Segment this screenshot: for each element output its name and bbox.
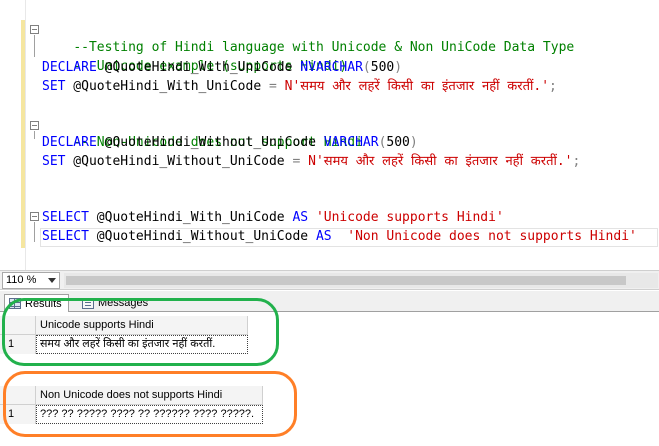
- code-line-7: DECLARE @QuoteHindi_Without_UniCode VARC…: [42, 134, 418, 152]
- sql-paren: (: [362, 60, 371, 75]
- sql-variable: @QuoteHindi_With_UniCode: [96, 60, 301, 75]
- sql-keyword: AS: [292, 210, 309, 225]
- code-line-6: -- Non-Unicode does not support Hindi: [42, 116, 363, 150]
- sql-string: 'Non Unicode does not supports Hindi': [331, 229, 637, 244]
- outline-line: [34, 222, 35, 242]
- sql-keyword: SELECT: [42, 210, 89, 225]
- sql-type: NVARCHAR: [300, 60, 363, 75]
- code-line-4: SET @QuoteHindi_With_UniCode = N'समय और …: [42, 78, 557, 96]
- sql-semicolon: ;: [549, 79, 557, 94]
- sql-keyword: AS: [315, 229, 332, 244]
- sql-operator: =: [268, 79, 277, 94]
- sql-number: 500: [370, 60, 395, 75]
- change-tracking-bar: [21, 20, 25, 248]
- sql-keyword: DECLARE: [42, 135, 97, 150]
- zoom-value: 110 %: [6, 274, 37, 286]
- sql-string: 'Unicode supports Hindi': [308, 210, 504, 225]
- sql-variable: @QuoteHindi_Without_UniCode: [88, 229, 316, 244]
- query-editor[interactable]: --Testing of Hindi language with Unicode…: [0, 0, 659, 270]
- sql-string: N'समय और लहरें किसी का इंतजार नहीं करतीं…: [276, 79, 550, 94]
- chevron-down-icon: [48, 278, 56, 283]
- sql-keyword: SET: [42, 154, 66, 169]
- sql-variable: @QuoteHindi_Without_UniCode: [65, 154, 293, 169]
- sql-type: VARCHAR: [323, 135, 379, 150]
- outline-line: [34, 35, 35, 57]
- sql-variable: @QuoteHindi_With_UniCode: [88, 210, 293, 225]
- sql-keyword: SELECT: [42, 229, 89, 244]
- sql-keyword: DECLARE: [42, 60, 97, 75]
- sql-semicolon: ;: [572, 154, 581, 169]
- editor-status-strip: 110 %: [0, 270, 659, 290]
- sql-number: 500: [386, 135, 410, 150]
- code-line-1: --Testing of Hindi language with Unicode…: [42, 21, 574, 55]
- collapse-icon[interactable]: [30, 212, 39, 221]
- horizontal-scrollbar[interactable]: [64, 273, 658, 288]
- green-highlight-annotation: [2, 298, 279, 366]
- code-line-2: -- Unicode example (supports Hindi): [42, 40, 347, 74]
- sql-paren: ): [394, 60, 403, 75]
- zoom-dropdown[interactable]: 110 %: [2, 272, 60, 289]
- code-line-8: SET @QuoteHindi_Without_UniCode = N'समय …: [42, 153, 580, 171]
- code-line-12: SELECT @QuoteHindi_Without_UniCode AS 'N…: [42, 228, 637, 246]
- code-line-11: SELECT @QuoteHindi_With_UniCode AS 'Unic…: [42, 209, 504, 227]
- scrollbar-thumb[interactable]: [66, 276, 626, 285]
- sql-variable: @QuoteHindi_Without_UniCode: [96, 135, 324, 150]
- sql-variable: @QuoteHindi_With_UniCode: [65, 79, 269, 94]
- sql-string: N'समय और लहरें किसी का इंतजार नहीं करतीं…: [300, 154, 573, 169]
- outline-line: [34, 131, 35, 139]
- collapse-icon[interactable]: [30, 121, 39, 130]
- sql-keyword: SET: [42, 79, 66, 94]
- sql-paren: ): [409, 135, 418, 150]
- orange-highlight-annotation: [3, 371, 297, 437]
- collapse-icon[interactable]: [30, 25, 39, 34]
- code-line-3: DECLARE @QuoteHindi_With_UniCode NVARCHA…: [42, 59, 402, 77]
